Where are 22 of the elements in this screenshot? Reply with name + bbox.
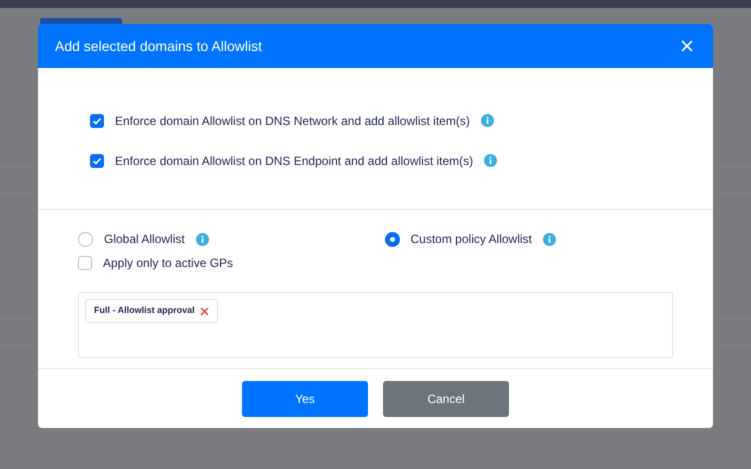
checkbox[interactable]	[90, 114, 104, 128]
dialog-title: Add selected domains to Allowlist	[55, 36, 262, 56]
option-label: Enforce domain Allowlist on DNS Endpoint and add allowlist item(s)	[115, 152, 474, 170]
checkbox[interactable]	[90, 154, 104, 168]
radio-label: Global Allowlist	[104, 231, 185, 248]
info-icon	[484, 154, 498, 167]
checkbox-label: Apply only to active GPs	[103, 255, 234, 272]
info-icon	[196, 232, 209, 246]
checkmark-icon	[92, 116, 102, 126]
option-label: Enforce domain Allowlist on DNS Network and add allowlist item(s)	[115, 112, 470, 130]
checkmark-icon	[92, 156, 102, 166]
radio-label: Custom policy Allowlist	[410, 231, 532, 248]
radio-button[interactable]	[78, 232, 93, 246]
policy-select-field[interactable]: Full - Allowlist approval	[78, 292, 673, 358]
info-icon	[542, 232, 556, 246]
yes-button[interactable]: Yes	[242, 380, 368, 416]
info-icon	[480, 114, 494, 127]
tag-label: Full - Allowlist approval	[94, 304, 195, 318]
checkbox[interactable]	[78, 256, 92, 270]
radio-button[interactable]	[384, 232, 400, 246]
remove-icon[interactable]	[200, 306, 209, 316]
cancel-button[interactable]: Cancel	[383, 380, 509, 416]
